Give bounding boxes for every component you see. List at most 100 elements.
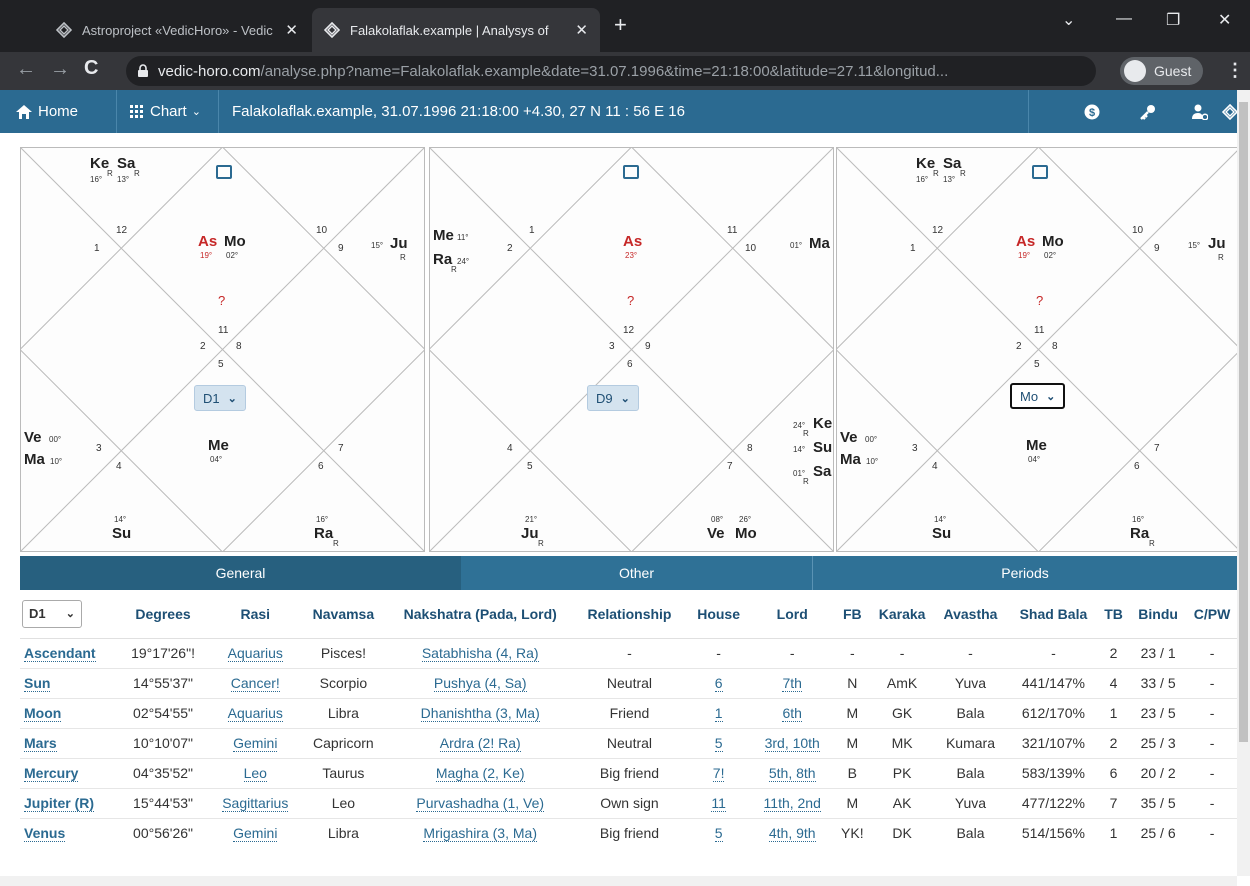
cell-link[interactable]: 3rd, 10th — [764, 735, 820, 752]
planet-me[interactable]: Me — [433, 227, 454, 244]
planet-ve[interactable]: Ve — [840, 429, 858, 446]
planet-sa[interactable]: Sa — [813, 463, 831, 480]
planet-as[interactable]: As — [623, 233, 642, 250]
planet-link[interactable]: Jupiter (R) — [24, 795, 94, 812]
chart-division-select[interactable]: D9 ⌄ — [587, 385, 639, 411]
cell-nakshatra[interactable]: Dhanishtha (3, Ma) — [386, 697, 574, 728]
chart-division-select[interactable]: D1 ⌄ — [194, 385, 246, 411]
planet-mo[interactable]: Mo — [1042, 233, 1064, 250]
planet-ra[interactable]: Ra — [433, 251, 452, 268]
planet-ke[interactable]: Ke — [813, 415, 832, 432]
cell-house[interactable]: 11 — [685, 787, 752, 818]
planet-ma[interactable]: Ma — [840, 451, 861, 468]
cell-link[interactable]: 7th — [782, 675, 802, 692]
planet-as[interactable]: As — [1016, 233, 1035, 250]
planet-link[interactable]: Venus — [24, 825, 66, 843]
cell-link[interactable]: Aquarius — [227, 645, 283, 662]
cell-rasi[interactable]: Gemini — [210, 817, 300, 848]
column-header[interactable]: Lord — [751, 590, 833, 639]
cell-link[interactable]: 5 — [714, 735, 723, 752]
cell-link[interactable]: Gemini — [233, 735, 278, 752]
planet-link[interactable]: Mars — [24, 735, 57, 752]
column-header[interactable]: Bindu — [1129, 590, 1188, 639]
cell-link[interactable]: Dhanishtha (3, Ma) — [420, 705, 540, 722]
column-header[interactable]: House — [685, 590, 752, 639]
column-header[interactable]: Rasi — [210, 590, 300, 639]
cell-lord[interactable]: 6th — [751, 697, 833, 728]
cell-planet-name[interactable]: Sun — [20, 667, 116, 698]
cell-nakshatra[interactable]: Magha (2, Ke) — [386, 757, 574, 788]
minimize-icon[interactable]: — — [1116, 10, 1132, 28]
cell-link[interactable]: 7! — [712, 765, 725, 782]
cell-house[interactable]: 7! — [685, 757, 752, 788]
planet-ma[interactable]: Ma — [809, 235, 830, 252]
cell-planet-name[interactable]: Moon — [20, 697, 116, 728]
cell-link[interactable]: Purvashadha (1, Ve) — [416, 795, 545, 812]
back-icon[interactable]: ← — [16, 58, 36, 81]
cell-nakshatra[interactable]: Ardra (2! Ra) — [386, 727, 574, 758]
planet-as[interactable]: As — [198, 233, 217, 250]
column-header[interactable]: Avastha — [932, 590, 1009, 639]
cell-link[interactable]: Pushya (4, Sa) — [433, 675, 527, 692]
tab-close-icon[interactable]: ✕ — [575, 21, 588, 39]
column-header[interactable]: C/PW — [1187, 590, 1237, 639]
column-header[interactable]: Karaka — [872, 590, 933, 639]
cell-link[interactable]: 6 — [714, 675, 723, 692]
planet-ve[interactable]: Ve — [707, 525, 725, 542]
browser-tab-active[interactable]: Falakolaflak.example | Analysys of ✕ — [312, 8, 600, 52]
nav-chart-dropdown[interactable]: Chart ⌄ — [130, 90, 201, 133]
cell-planet-name[interactable]: Ascendant — [20, 637, 116, 668]
profile-button[interactable]: Guest — [1120, 57, 1204, 85]
cell-house[interactable]: 5 — [685, 817, 752, 848]
cell-rasi[interactable]: Gemini — [210, 727, 300, 758]
cell-rasi[interactable]: Sagittarius — [210, 787, 300, 818]
nav-key-button[interactable] — [1140, 90, 1156, 133]
planet-mo[interactable]: Mo — [735, 525, 757, 542]
cell-link[interactable]: 11th, 2nd — [763, 795, 821, 812]
column-header[interactable]: Shad Bala — [1008, 590, 1098, 639]
browser-menu-icon[interactable]: ⋮ — [1226, 60, 1244, 81]
forward-icon[interactable]: → — [50, 58, 70, 81]
restore-icon[interactable]: ❐ — [1166, 10, 1180, 30]
table-division-select[interactable]: D1 ⌄ — [22, 599, 82, 628]
cell-link[interactable]: Gemini — [233, 825, 278, 843]
planet-ma[interactable]: Ma — [24, 451, 45, 468]
planet-link[interactable]: Sun — [24, 675, 51, 692]
nav-donate-button[interactable]: $ — [1084, 90, 1100, 133]
cell-lord[interactable]: 7th — [751, 667, 833, 698]
nav-logo-button[interactable] — [1222, 90, 1238, 133]
planet-link[interactable]: Mercury — [24, 765, 79, 782]
cell-link[interactable]: 5th, 8th — [768, 765, 816, 782]
cell-rasi[interactable]: Aquarius — [210, 637, 300, 668]
planet-su[interactable]: Su — [813, 439, 832, 456]
cell-rasi[interactable]: Aquarius — [210, 697, 300, 728]
chart-division-select[interactable]: Mo ⌄ — [1010, 383, 1066, 409]
cell-link[interactable]: Cancer! — [230, 675, 280, 692]
planet-me[interactable]: Me — [1026, 437, 1047, 454]
cell-link[interactable]: Aquarius — [227, 705, 283, 722]
cell-link[interactable]: 5 — [714, 825, 723, 843]
tab-general[interactable]: General — [20, 556, 461, 590]
cell-planet-name[interactable]: Mercury — [20, 757, 116, 788]
tab-search-icon[interactable]: ⌄ — [1062, 10, 1075, 30]
nav-home-link[interactable]: Home — [16, 90, 78, 133]
cell-planet-name[interactable]: Mars — [20, 727, 116, 758]
column-header[interactable]: Navamsa — [299, 590, 387, 639]
new-tab-icon[interactable]: + — [614, 14, 627, 36]
reload-icon[interactable]: C — [84, 57, 98, 80]
cell-nakshatra[interactable]: Mrigashira (3, Ma) — [386, 817, 574, 848]
planet-ju[interactable]: Ju — [521, 525, 539, 542]
planet-sa[interactable]: Sa — [117, 155, 135, 172]
planet-mo[interactable]: Mo — [224, 233, 246, 250]
cell-lord[interactable]: 11th, 2nd — [751, 787, 833, 818]
tab-close-icon[interactable]: ✕ — [285, 21, 298, 39]
cell-rasi[interactable]: Cancer! — [210, 667, 300, 698]
cell-link[interactable]: 4th, 9th — [768, 825, 816, 843]
cell-lord[interactable]: 4th, 9th — [751, 817, 833, 848]
column-header[interactable]: Degrees — [115, 590, 211, 639]
planet-sa[interactable]: Sa — [943, 155, 961, 172]
nav-user-button[interactable] — [1192, 90, 1208, 133]
planet-me[interactable]: Me — [208, 437, 229, 454]
chart-box-icon[interactable] — [216, 165, 232, 179]
planet-ju[interactable]: Ju — [1208, 235, 1226, 252]
